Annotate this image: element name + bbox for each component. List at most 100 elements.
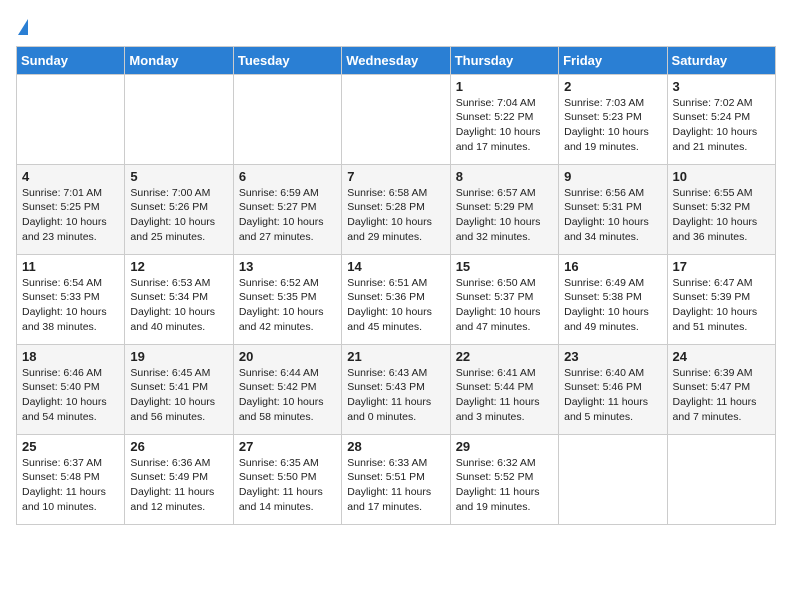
day-cell-7: 7 Sunrise: 6:58 AM Sunset: 5:28 PM Daylig… [342,164,450,254]
day-info: Sunrise: 6:50 AM Sunset: 5:37 PM Dayligh… [456,276,553,335]
day-number: 11 [22,259,119,274]
day-cell-8: 8 Sunrise: 6:57 AM Sunset: 5:29 PM Daylig… [450,164,558,254]
day-cell-21: 21 Sunrise: 6:43 AM Sunset: 5:43 PM Dayli… [342,344,450,434]
empty-cell [559,434,667,524]
day-info: Sunrise: 7:02 AM Sunset: 5:24 PM Dayligh… [673,96,770,155]
day-info: Sunrise: 6:56 AM Sunset: 5:31 PM Dayligh… [564,186,661,245]
day-number: 23 [564,349,661,364]
day-number: 7 [347,169,444,184]
day-number: 5 [130,169,227,184]
day-number: 14 [347,259,444,274]
day-info: Sunrise: 6:53 AM Sunset: 5:34 PM Dayligh… [130,276,227,335]
day-number: 9 [564,169,661,184]
day-number: 27 [239,439,336,454]
day-info: Sunrise: 6:39 AM Sunset: 5:47 PM Dayligh… [673,366,770,425]
calendar-table: SundayMondayTuesdayWednesdayThursdayFrid… [16,46,776,525]
empty-cell [233,74,341,164]
empty-cell [125,74,233,164]
day-cell-4: 4 Sunrise: 7:01 AM Sunset: 5:25 PM Daylig… [17,164,125,254]
day-info: Sunrise: 6:58 AM Sunset: 5:28 PM Dayligh… [347,186,444,245]
day-cell-15: 15 Sunrise: 6:50 AM Sunset: 5:37 PM Dayli… [450,254,558,344]
logo [16,16,28,36]
day-number: 22 [456,349,553,364]
page-header [16,16,776,36]
day-number: 21 [347,349,444,364]
day-cell-20: 20 Sunrise: 6:44 AM Sunset: 5:42 PM Dayli… [233,344,341,434]
day-info: Sunrise: 6:47 AM Sunset: 5:39 PM Dayligh… [673,276,770,335]
day-number: 1 [456,79,553,94]
day-info: Sunrise: 7:03 AM Sunset: 5:23 PM Dayligh… [564,96,661,155]
day-info: Sunrise: 6:44 AM Sunset: 5:42 PM Dayligh… [239,366,336,425]
day-info: Sunrise: 7:00 AM Sunset: 5:26 PM Dayligh… [130,186,227,245]
day-cell-5: 5 Sunrise: 7:00 AM Sunset: 5:26 PM Daylig… [125,164,233,254]
day-number: 8 [456,169,553,184]
day-info: Sunrise: 6:57 AM Sunset: 5:29 PM Dayligh… [456,186,553,245]
day-number: 2 [564,79,661,94]
day-info: Sunrise: 6:32 AM Sunset: 5:52 PM Dayligh… [456,456,553,515]
day-info: Sunrise: 6:41 AM Sunset: 5:44 PM Dayligh… [456,366,553,425]
day-cell-6: 6Sunrise: 6:59 AM Sunset: 5:27 PM Daylig… [233,164,341,254]
day-number: 20 [239,349,336,364]
day-info: Sunrise: 6:43 AM Sunset: 5:43 PM Dayligh… [347,366,444,425]
day-info: Sunrise: 6:54 AM Sunset: 5:33 PM Dayligh… [22,276,119,335]
empty-cell [17,74,125,164]
day-info: Sunrise: 7:04 AM Sunset: 5:22 PM Dayligh… [456,96,553,155]
day-cell-12: 12 Sunrise: 6:53 AM Sunset: 5:34 PM Dayli… [125,254,233,344]
day-number: 15 [456,259,553,274]
day-info: Sunrise: 6:36 AM Sunset: 5:49 PM Dayligh… [130,456,227,515]
weekday-header-wednesday: Wednesday [342,46,450,74]
day-cell-9: 9 Sunrise: 6:56 AM Sunset: 5:31 PM Daylig… [559,164,667,254]
day-cell-13: 13 Sunrise: 6:52 AM Sunset: 5:35 PM Dayli… [233,254,341,344]
day-info: Sunrise: 6:55 AM Sunset: 5:32 PM Dayligh… [673,186,770,245]
day-cell-26: 26 Sunrise: 6:36 AM Sunset: 5:49 PM Dayli… [125,434,233,524]
day-number: 13 [239,259,336,274]
day-cell-1: 1 Sunrise: 7:04 AM Sunset: 5:22 PM Daylig… [450,74,558,164]
day-number: 4 [22,169,119,184]
day-info: Sunrise: 6:49 AM Sunset: 5:38 PM Dayligh… [564,276,661,335]
day-info: Sunrise: 6:46 AM Sunset: 5:40 PM Dayligh… [22,366,119,425]
day-number: 16 [564,259,661,274]
weekday-header-monday: Monday [125,46,233,74]
weekday-header-sunday: Sunday [17,46,125,74]
weekday-header-saturday: Saturday [667,46,775,74]
day-cell-3: 3 Sunrise: 7:02 AM Sunset: 5:24 PM Daylig… [667,74,775,164]
day-info: Sunrise: 6:35 AM Sunset: 5:50 PM Dayligh… [239,456,336,515]
day-number: 10 [673,169,770,184]
day-number: 29 [456,439,553,454]
day-info: Sunrise: 6:37 AM Sunset: 5:48 PM Dayligh… [22,456,119,515]
day-number: 28 [347,439,444,454]
day-cell-2: 2 Sunrise: 7:03 AM Sunset: 5:23 PM Daylig… [559,74,667,164]
weekday-header-tuesday: Tuesday [233,46,341,74]
day-info: Sunrise: 7:01 AM Sunset: 5:25 PM Dayligh… [22,186,119,245]
day-cell-28: 28 Sunrise: 6:33 AM Sunset: 5:51 PM Dayli… [342,434,450,524]
day-info: Sunrise: 6:45 AM Sunset: 5:41 PM Dayligh… [130,366,227,425]
day-cell-27: 27 Sunrise: 6:35 AM Sunset: 5:50 PM Dayli… [233,434,341,524]
day-number: 26 [130,439,227,454]
day-cell-17: 17 Sunrise: 6:47 AM Sunset: 5:39 PM Dayli… [667,254,775,344]
day-number: 18 [22,349,119,364]
logo-icon-triangle [18,19,28,35]
day-cell-18: 18 Sunrise: 6:46 AM Sunset: 5:40 PM Dayli… [17,344,125,434]
weekday-header-friday: Friday [559,46,667,74]
empty-cell [667,434,775,524]
day-cell-22: 22 Sunrise: 6:41 AM Sunset: 5:44 PM Dayli… [450,344,558,434]
day-info: Sunrise: 6:52 AM Sunset: 5:35 PM Dayligh… [239,276,336,335]
logo-general [16,16,28,36]
day-cell-23: 23Sunrise: 6:40 AM Sunset: 5:46 PM Dayli… [559,344,667,434]
day-cell-11: 11 Sunrise: 6:54 AM Sunset: 5:33 PM Dayli… [17,254,125,344]
day-cell-10: 10 Sunrise: 6:55 AM Sunset: 5:32 PM Dayli… [667,164,775,254]
day-cell-24: 24Sunrise: 6:39 AM Sunset: 5:47 PM Dayli… [667,344,775,434]
empty-cell [342,74,450,164]
day-cell-29: 29 Sunrise: 6:32 AM Sunset: 5:52 PM Dayli… [450,434,558,524]
day-number: 3 [673,79,770,94]
day-number: 12 [130,259,227,274]
day-info: Sunrise: 6:51 AM Sunset: 5:36 PM Dayligh… [347,276,444,335]
day-cell-25: 25 Sunrise: 6:37 AM Sunset: 5:48 PM Dayli… [17,434,125,524]
day-number: 25 [22,439,119,454]
day-cell-14: 14 Sunrise: 6:51 AM Sunset: 5:36 PM Dayli… [342,254,450,344]
weekday-header-thursday: Thursday [450,46,558,74]
day-info: Sunrise: 6:59 AM Sunset: 5:27 PM Dayligh… [239,186,336,245]
day-number: 17 [673,259,770,274]
day-info: Sunrise: 6:33 AM Sunset: 5:51 PM Dayligh… [347,456,444,515]
day-cell-19: 19Sunrise: 6:45 AM Sunset: 5:41 PM Dayli… [125,344,233,434]
